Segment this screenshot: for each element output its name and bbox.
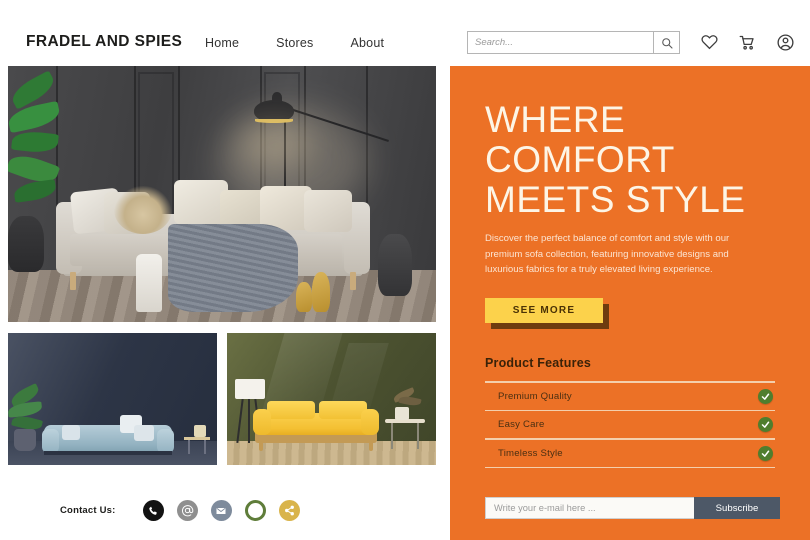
feature-divider [485,466,775,468]
nav-item-stores[interactable]: Stores [276,36,313,50]
nav-item-home[interactable]: Home [205,36,239,50]
cart-button[interactable] [736,31,758,53]
checkmark-glyph [761,450,770,457]
share-glyph [284,505,294,516]
subscribe-button[interactable]: Subscribe [694,497,780,519]
check-icon [758,388,773,404]
nav-item-about[interactable]: About [350,36,384,50]
at-glyph [181,505,193,517]
search-input[interactable] [467,31,653,54]
wishlist-button[interactable] [698,31,720,53]
checkmark-glyph [761,393,770,400]
contact-section: Contact Us: [60,500,300,521]
check-icon [758,445,773,461]
main-navigation: Home Stores About [205,36,384,50]
checkmark-glyph [761,421,770,428]
email-input[interactable] [485,497,694,519]
hero-image[interactable] [8,66,436,322]
product-features-title: Product Features [485,356,592,370]
search-icon [661,37,673,49]
account-button[interactable] [774,31,796,53]
feature-divider [485,438,775,440]
at-sign-icon[interactable] [176,500,198,521]
envelope-glyph [216,507,226,514]
feature-row-easy-care[interactable]: Easy Care [485,411,775,438]
email-icon[interactable] [210,500,232,521]
promo-panel: WHERE COMFORT MEETS STYLE Discover the p… [450,66,810,540]
landing-page: FRADEL AND SPIES Home Stores About Searc… [0,0,810,540]
image-gallery [8,66,438,465]
see-more-wrapper: SEE MORE [485,298,609,329]
brand-logo[interactable]: FRADEL AND SPIES [26,33,182,51]
promo-headline: WHERE COMFORT MEETS STYLE [485,99,746,220]
check-icon [758,417,773,432]
whatsapp-icon[interactable] [244,500,266,521]
thumbnail-row [8,333,438,465]
feature-row-timeless-style[interactable]: Timeless Style [485,440,775,467]
feature-label: Easy Care [498,419,545,430]
contact-label: Contact Us: [60,505,116,516]
thumbnail-navy-room[interactable] [8,333,217,465]
see-more-button[interactable]: SEE MORE [485,298,603,323]
feature-label: Timeless Style [498,447,563,459]
phone-icon[interactable] [142,500,164,521]
user-icon [776,33,794,51]
newsletter-form: Subscribe [485,497,780,519]
feature-label: Premium Quality [498,390,572,402]
share-icon[interactable] [278,500,300,521]
thumbnail-olive-room[interactable] [227,333,436,465]
site-header: FRADEL AND SPIES Home Stores About [0,0,810,65]
search-bar [467,31,680,54]
phone-glyph [148,506,157,515]
feature-row-premium-quality[interactable]: Premium Quality [485,383,775,410]
heart-icon [700,35,718,50]
product-features-list: Premium Quality Easy Care Timeless Style [485,381,775,468]
feature-divider [485,381,775,383]
feature-divider [485,409,775,411]
promo-subtext: Discover the perfect balance of comfort … [485,233,730,275]
header-icon-group [698,31,796,53]
cart-icon [739,35,754,50]
search-button[interactable] [653,31,680,54]
